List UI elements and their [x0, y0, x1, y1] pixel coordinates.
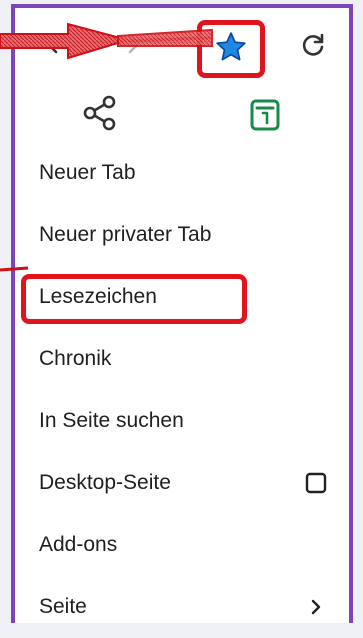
- reader-view-icon[interactable]: [245, 94, 285, 134]
- menu-item-label: Chronik: [39, 347, 112, 370]
- menu-item-bookmarks[interactable]: Lesezeichen: [15, 266, 349, 328]
- menu-item-page[interactable]: Seite: [15, 576, 349, 638]
- menu-item-add-ons[interactable]: Add-ons: [15, 514, 349, 576]
- menu-item-label: Seite: [39, 595, 87, 618]
- menu-item-label: Neuer Tab: [39, 161, 136, 184]
- menu-item-label: Lesezeichen: [39, 285, 157, 308]
- menu-item-new-tab[interactable]: Neuer Tab: [15, 142, 349, 204]
- browser-menu-panel: Neuer Tab Neuer privater Tab Lesezeichen…: [11, 4, 353, 623]
- menu-item-label: Neuer privater Tab: [39, 223, 212, 246]
- menu-item-label: Add-ons: [39, 533, 118, 556]
- menu-item-label: Desktop-Seite: [39, 471, 171, 494]
- share-icon[interactable]: [81, 94, 119, 132]
- menu-action-row: [15, 88, 349, 142]
- checkbox-unchecked-icon[interactable]: [301, 468, 331, 498]
- star-icon: [214, 30, 248, 69]
- menu-list: Neuer Tab Neuer privater Tab Lesezeichen…: [15, 142, 349, 638]
- chevron-right-icon: [301, 592, 331, 622]
- reload-icon[interactable]: [298, 30, 328, 60]
- menu-item-history[interactable]: Chronik: [15, 328, 349, 390]
- menu-item-desktop-site[interactable]: Desktop-Seite: [15, 452, 349, 514]
- bookmark-star-button[interactable]: [197, 20, 265, 78]
- arrow-forward-icon[interactable]: [115, 30, 143, 58]
- menu-item-label: In Seite suchen: [39, 409, 184, 432]
- menu-item-new-private-tab[interactable]: Neuer privater Tab: [15, 204, 349, 266]
- arrow-back-icon[interactable]: [43, 30, 71, 58]
- menu-toolbar: [15, 8, 349, 86]
- menu-item-find-in-page[interactable]: In Seite suchen: [15, 390, 349, 452]
